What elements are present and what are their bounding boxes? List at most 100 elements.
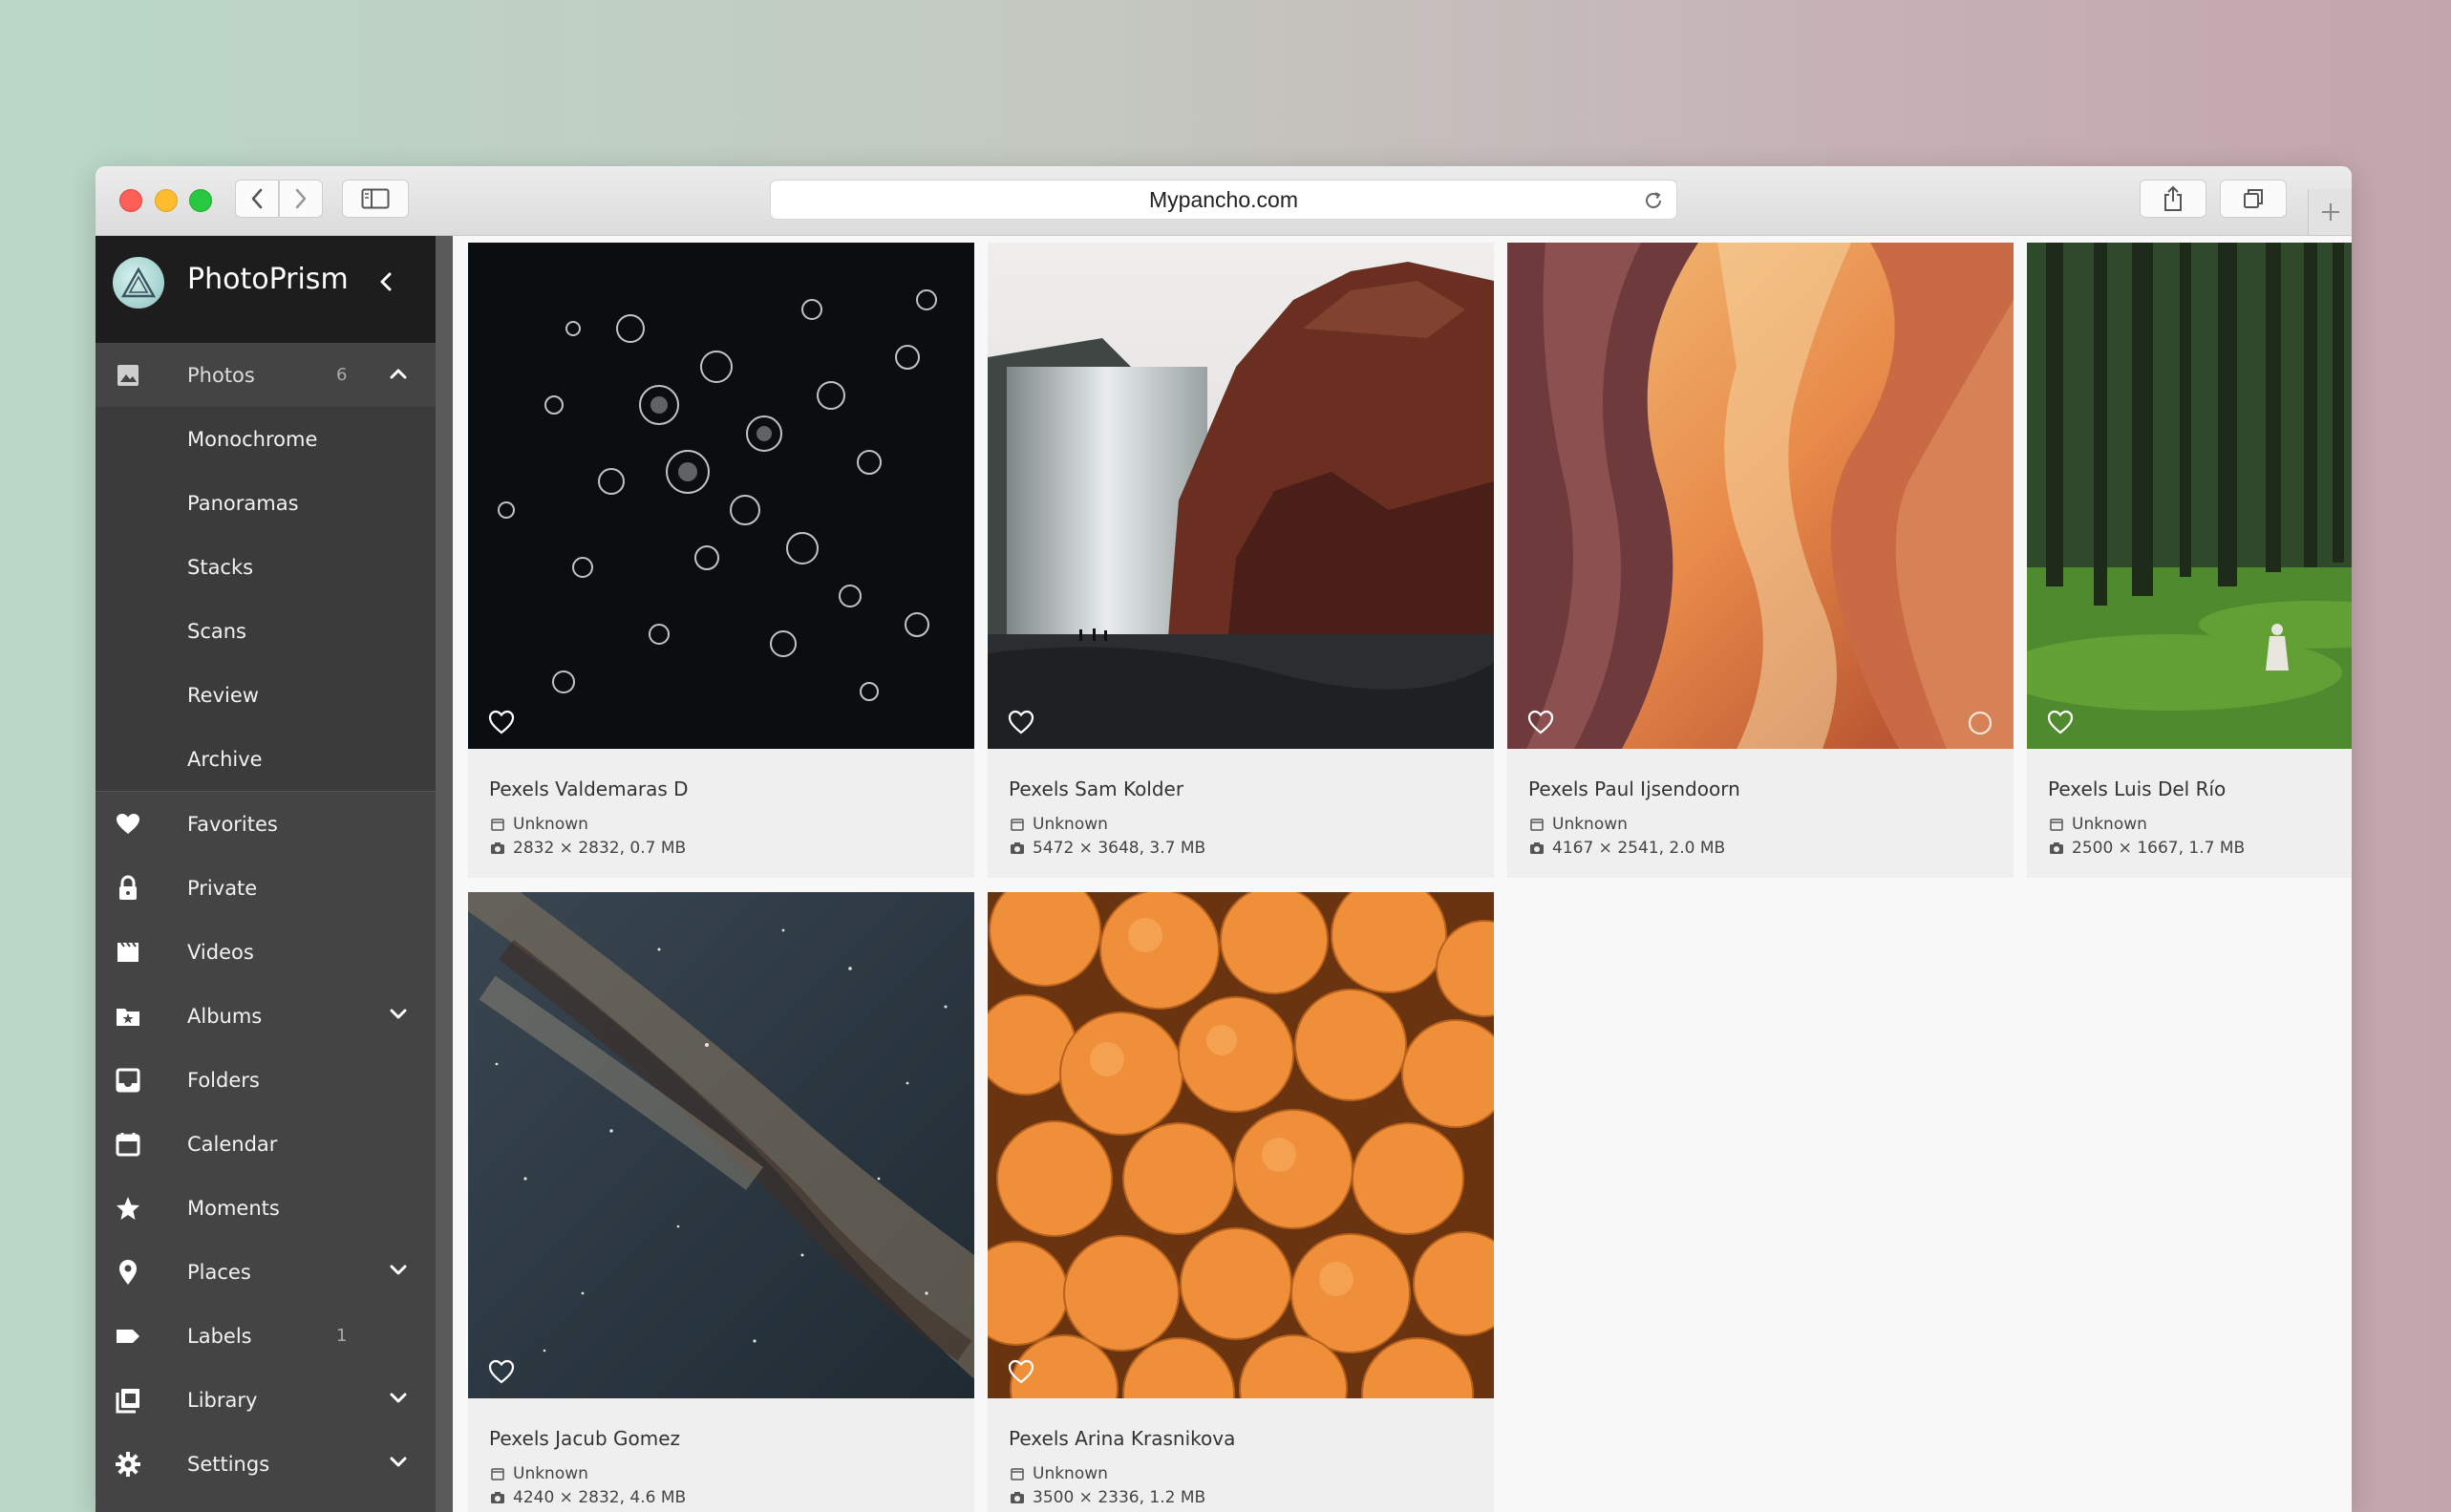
favorite-heart-icon[interactable]	[2046, 709, 2075, 735]
photo-thumbnail[interactable]	[2027, 243, 2352, 749]
photo-date: Unknown	[1009, 815, 1108, 834]
photo-info-text: 2832 × 2832, 0.7 MB	[513, 839, 687, 858]
photo-thumbnail[interactable]	[988, 892, 1494, 1398]
star-icon	[115, 1195, 141, 1222]
collapse-sidebar-icon[interactable]	[376, 268, 395, 295]
photo-card[interactable]: Pexels Arina Krasnikova Unknown 3500 × 2…	[988, 892, 1494, 1512]
calendar-icon	[115, 1131, 141, 1158]
select-circle-icon[interactable]	[1966, 709, 1994, 737]
sidebar-item-private[interactable]: Private	[96, 856, 436, 920]
map-pin-icon	[115, 1259, 141, 1286]
photo-date: Unknown	[1528, 815, 1628, 834]
sidebar-item-settings[interactable]: Settings	[96, 1432, 436, 1496]
sidebar-item-monochrome[interactable]: Monochrome	[96, 407, 436, 471]
sidebar-item-folders[interactable]: Folders	[96, 1048, 436, 1112]
photoprism-logo[interactable]	[113, 257, 164, 309]
sidebar-item-favorites[interactable]: Favorites	[96, 792, 436, 856]
photo-card[interactable]: Pexels Sam Kolder Unknown 5472 × 3648, 3…	[988, 243, 1494, 878]
calendar-icon	[1009, 816, 1026, 833]
photo-date-text: Unknown	[513, 1464, 588, 1483]
photo-title[interactable]: Pexels Sam Kolder	[1009, 777, 1183, 800]
sidebar-item-label: Stacks	[187, 555, 254, 579]
favorite-heart-icon[interactable]	[1007, 709, 1035, 735]
zoom-window-button[interactable]	[189, 189, 212, 212]
sidebar-item-photos[interactable]: Photos 6	[96, 343, 436, 407]
photo-card[interactable]: Pexels Valdemaras D Unknown 2832 × 2832,…	[468, 243, 974, 878]
sidebar-item-library[interactable]: Library	[96, 1368, 436, 1432]
sidebar-item-labels[interactable]: Labels 1	[96, 1304, 436, 1368]
photo-date-text: Unknown	[1033, 815, 1108, 834]
photo-info-text: 4167 × 2541, 2.0 MB	[1552, 839, 1726, 858]
photo-title[interactable]: Pexels Paul Ijsendoorn	[1528, 777, 1740, 800]
sidebar-item-review[interactable]: Review	[96, 663, 436, 727]
chevron-right-icon	[295, 188, 307, 209]
url-text: Mypancho.com	[1149, 186, 1298, 212]
photo-thumbnail[interactable]	[1507, 243, 2014, 749]
sidebar-item-videos[interactable]: Videos	[96, 920, 436, 984]
photo-info: 5472 × 3648, 3.7 MB	[1009, 839, 1205, 858]
photo-title[interactable]: Pexels Arina Krasnikova	[1009, 1427, 1235, 1450]
minimize-window-button[interactable]	[155, 189, 178, 212]
chevron-down-icon[interactable]	[388, 1263, 409, 1278]
sidebar-item-label: Private	[187, 876, 258, 900]
photo-thumbnail[interactable]	[468, 243, 974, 749]
sidebar-item-moments[interactable]: Moments	[96, 1176, 436, 1240]
new-tab-button[interactable]	[2308, 189, 2352, 235]
sidebar-icon	[361, 188, 390, 209]
photos-count-badge: 6	[336, 365, 348, 385]
photo-title[interactable]: Pexels Jacub Gomez	[489, 1427, 680, 1450]
photo-title[interactable]: Pexels Luis Del Río	[2048, 777, 2226, 800]
share-icon	[2164, 185, 2182, 211]
photo-date: Unknown	[489, 815, 588, 834]
photo-date: Unknown	[489, 1464, 588, 1483]
tabs-overview-button[interactable]	[2220, 180, 2287, 218]
calendar-icon	[489, 1465, 506, 1482]
photo-info-text: 2500 × 1667, 1.7 MB	[2072, 839, 2246, 858]
photo-thumbnail[interactable]	[468, 892, 974, 1398]
share-button[interactable]	[2140, 180, 2206, 218]
address-bar[interactable]: Mypancho.com	[770, 180, 1677, 220]
sidebar: PhotoPrism Photos 6 Monochrome Panoramas…	[96, 236, 436, 1512]
photo-card[interactable]: Pexels Jacub Gomez Unknown 4240 × 2832, …	[468, 892, 974, 1512]
chevron-down-icon[interactable]	[388, 1007, 409, 1022]
back-button[interactable]	[235, 180, 279, 218]
sidebar-toggle-button[interactable]	[342, 180, 409, 218]
favorite-heart-icon[interactable]	[1007, 1358, 1035, 1385]
photo-card[interactable]: Pexels Paul Ijsendoorn Unknown 4167 × 25…	[1507, 243, 2014, 878]
reload-icon[interactable]	[1642, 189, 1665, 212]
photo-info: 3500 × 2336, 1.2 MB	[1009, 1488, 1205, 1507]
camera-icon	[2048, 840, 2065, 857]
sidebar-item-calendar[interactable]: Calendar	[96, 1112, 436, 1176]
forward-button[interactable]	[279, 180, 323, 218]
sidebar-item-label: Scans	[187, 619, 246, 643]
chevron-down-icon[interactable]	[388, 1391, 409, 1406]
sidebar-item-albums[interactable]: Albums	[96, 984, 436, 1048]
sidebar-item-places[interactable]: Places	[96, 1240, 436, 1304]
photo-card[interactable]: Pexels Luis Del Río Unknown 2500 × 1667,…	[2027, 243, 2352, 878]
close-window-button[interactable]	[119, 189, 142, 212]
heart-icon	[115, 811, 141, 838]
label-icon	[115, 1323, 141, 1350]
favorite-heart-icon[interactable]	[487, 709, 516, 735]
sidebar-scroll-track[interactable]	[436, 236, 453, 1512]
sidebar-item-archive[interactable]: Archive	[96, 727, 436, 791]
sidebar-item-label: Review	[187, 683, 259, 707]
chevron-up-icon[interactable]	[388, 366, 409, 381]
photo-title[interactable]: Pexels Valdemaras D	[489, 777, 689, 800]
sidebar-item-panoramas[interactable]: Panoramas	[96, 471, 436, 535]
favorite-heart-icon[interactable]	[487, 1358, 516, 1385]
sidebar-item-stacks[interactable]: Stacks	[96, 535, 436, 599]
sidebar-item-label: Archive	[187, 747, 263, 771]
sidebar-header: PhotoPrism	[96, 236, 436, 343]
sidebar-item-scans[interactable]: Scans	[96, 599, 436, 663]
favorite-heart-icon[interactable]	[1526, 709, 1555, 735]
photo-thumbnail[interactable]	[988, 243, 1494, 749]
sidebar-item-label: Library	[187, 1388, 258, 1412]
library-icon	[115, 1387, 141, 1414]
gear-icon	[115, 1451, 141, 1478]
folder-icon	[115, 1067, 141, 1094]
sidebar-item-label: Places	[187, 1260, 251, 1284]
chevron-down-icon[interactable]	[388, 1455, 409, 1470]
sidebar-item-label: Folders	[187, 1068, 260, 1092]
browser-window: Mypancho.com PhotoPrism Photos 6 Monochr…	[96, 166, 2352, 1512]
